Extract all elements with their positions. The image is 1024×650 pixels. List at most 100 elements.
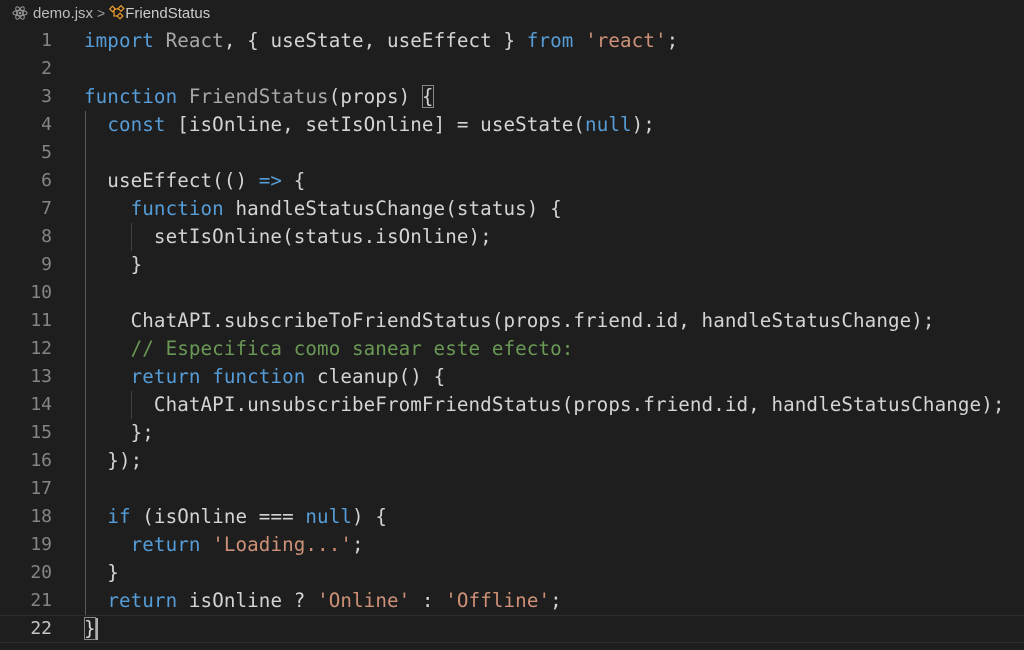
string-token: 'Loading...'	[212, 533, 353, 556]
code-token: });	[84, 449, 143, 472]
breadcrumb: demo.jsx > FriendStatus	[0, 0, 1024, 26]
code-line[interactable]: 1 import React, { useState, useEffect } f…	[0, 27, 1024, 55]
line-number: 7	[41, 198, 52, 219]
comment-token: // Especifica como sanear este efecto:	[130, 337, 574, 360]
keyword-token: function	[212, 365, 306, 388]
code-token: [isOnline, setIsOnline] = useState(	[165, 113, 586, 136]
line-number: 14	[30, 394, 52, 415]
line-number: 15	[30, 422, 52, 443]
code-token: handleStatusChange(status) {	[223, 197, 562, 220]
symbol-class-icon	[109, 4, 125, 21]
code-text: const [isOnline, setIsOnline] = useState…	[84, 111, 655, 139]
code-line[interactable]: 11 ChatAPI.subscribeToFriendStatus(props…	[0, 307, 1024, 335]
keyword-token: function	[84, 85, 178, 108]
keyword-token: null	[305, 505, 353, 528]
code-token: );	[631, 113, 655, 136]
line-number: 16	[30, 450, 52, 471]
code-token: (props)	[328, 85, 422, 108]
code-text: return 'Loading...';	[84, 531, 364, 559]
code-token: cleanup() {	[305, 365, 446, 388]
code-text: function FriendStatus(props) {	[84, 83, 434, 111]
code-editor[interactable]: 1 import React, { useState, useEffect } f…	[0, 27, 1024, 650]
string-token: 'Online'	[317, 589, 411, 612]
code-text: setIsOnline(status.isOnline);	[84, 223, 492, 251]
code-token: ;	[666, 29, 679, 52]
code-line[interactable]: 22}	[0, 615, 1024, 643]
code-line[interactable]: 19 return 'Loading...';	[0, 531, 1024, 559]
line-number: 5	[41, 142, 52, 163]
code-line[interactable]: 14 ChatAPI.unsubscribeFromFriendStatus(p…	[0, 391, 1024, 419]
code-line[interactable]: 15 };	[0, 419, 1024, 447]
code-text: }	[84, 251, 143, 279]
breadcrumb-symbol[interactable]: FriendStatus	[125, 5, 210, 22]
code-line[interactable]: 12 // Especifica como sanear este efecto…	[0, 335, 1024, 363]
string-token: 'react'	[585, 29, 667, 52]
line-number: 22	[30, 618, 52, 639]
line-number: 3	[41, 86, 52, 107]
code-line[interactable]: 10	[0, 279, 1024, 307]
code-line[interactable]: 17	[0, 475, 1024, 503]
indent-guide	[131, 223, 133, 251]
code-line[interactable]: 16 });	[0, 447, 1024, 475]
code-token: }	[84, 253, 143, 276]
code-line[interactable]: 18 if (isOnline === null) {	[0, 503, 1024, 531]
code-token: ;	[550, 589, 562, 612]
code-line[interactable]: 6 useEffect(() => {	[0, 167, 1024, 195]
keyword-token: return	[107, 589, 178, 612]
keyword-token: const	[107, 113, 166, 136]
code-token: :	[410, 589, 446, 612]
code-token: };	[84, 421, 154, 444]
line-number: 10	[30, 282, 52, 303]
line-number: 18	[30, 506, 52, 527]
code-token: ) {	[352, 505, 387, 528]
keyword-token: import	[84, 29, 154, 52]
code-line[interactable]: 4 const [isOnline, setIsOnline] = useSta…	[0, 111, 1024, 139]
line-number: 2	[41, 58, 52, 79]
code-text: });	[84, 447, 142, 475]
line-number: 6	[41, 170, 52, 191]
line-number: 8	[41, 226, 52, 247]
code-text: return isOnline ? 'Online' : 'Offline';	[84, 587, 562, 615]
code-token: FriendStatus	[188, 85, 329, 108]
keyword-token: if	[107, 505, 131, 528]
code-token: {	[282, 169, 306, 192]
line-number: 20	[30, 562, 52, 583]
code-token: , { useState, useEffect }	[223, 29, 527, 52]
line-number: 17	[30, 478, 52, 499]
code-text: };	[84, 419, 154, 447]
line-number: 21	[30, 590, 52, 611]
line-number: 11	[30, 310, 52, 331]
code-text: if (isOnline === null) {	[84, 503, 387, 531]
code-line[interactable]: 20 }	[0, 559, 1024, 587]
code-text: }	[84, 615, 96, 643]
code-text: // Especifica como sanear este efecto:	[84, 335, 574, 363]
indent-guide	[131, 391, 133, 419]
line-number: 12	[30, 338, 52, 359]
code-line[interactable]: 2	[0, 55, 1024, 83]
code-line[interactable]: 9 }	[0, 251, 1024, 279]
code-token: (isOnline ===	[130, 505, 306, 528]
code-line[interactable]: 8 setIsOnline(status.isOnline);	[0, 223, 1024, 251]
keyword-token: return	[130, 365, 201, 388]
code-line[interactable]: 13 return function cleanup() {	[0, 363, 1024, 391]
code-line[interactable]: 3 function FriendStatus(props) {	[0, 83, 1024, 111]
keyword-token: =>	[258, 169, 283, 192]
code-line[interactable]: 5	[0, 139, 1024, 167]
code-token: useEffect(()	[84, 169, 259, 192]
code-line[interactable]: 7 function handleStatusChange(status) {	[0, 195, 1024, 223]
text-cursor	[95, 618, 98, 640]
react-icon	[12, 5, 28, 21]
breadcrumb-file[interactable]: demo.jsx	[33, 5, 93, 22]
code-line[interactable]: 21 return isOnline ? 'Online' : 'Offline…	[0, 587, 1024, 615]
line-number: 4	[41, 114, 52, 135]
